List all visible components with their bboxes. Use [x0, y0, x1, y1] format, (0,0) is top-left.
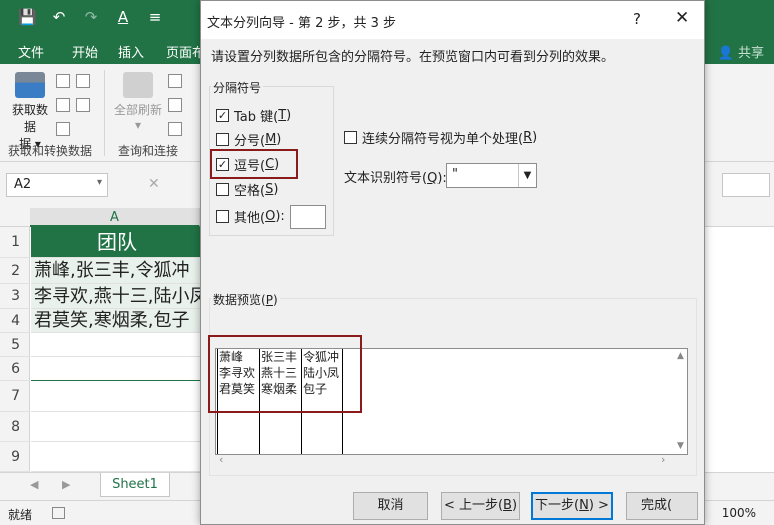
preview-highlight [208, 335, 362, 413]
cell-a6[interactable] [31, 357, 200, 381]
save-icon[interactable]: 💾 [18, 8, 37, 26]
text-qualifier-label: 文本识别符号(Q): [344, 171, 447, 186]
zoom-level[interactable]: 100% [722, 506, 756, 520]
preview-horizontal-scrollbar[interactable]: ‹ › [215, 453, 673, 467]
cell-a7[interactable] [31, 381, 200, 412]
scroll-right-icon[interactable]: ▶ [62, 478, 70, 491]
row-header[interactable]: 3 [0, 284, 30, 309]
row-header[interactable]: 9 [0, 442, 30, 472]
from-text-icon[interactable] [56, 74, 70, 88]
checkbox-unchecked-icon [344, 131, 357, 144]
next-button[interactable]: 下一步(N) > [531, 492, 613, 520]
tab-checkbox[interactable]: ✓ Tab 键(T) [216, 106, 291, 125]
scroll-down-icon[interactable]: ▼ [677, 441, 684, 451]
cell-a1[interactable]: 团队 [31, 227, 200, 258]
checkbox-unchecked-icon [216, 132, 229, 146]
share-label: 共享 [737, 46, 764, 61]
recent-sources-icon[interactable] [76, 74, 90, 88]
group-queries-label: 查询和连接 [118, 144, 179, 158]
row-header[interactable]: 6 [0, 357, 30, 381]
text-to-columns-dialog: 文本分列向导 - 第 2 步，共 3 步 ? ✕ 请设置分列数据所包含的分隔符号… [200, 0, 705, 525]
cancel-button[interactable]: 取消 [353, 492, 428, 520]
checkbox-checked-icon: ✓ [216, 108, 229, 122]
dialog-title-bar: 文本分列向导 - 第 2 步，共 3 步 ? ✕ [201, 1, 704, 39]
column-header-a[interactable]: A [30, 208, 200, 227]
delimiters-caption: 分隔符号 [211, 79, 264, 96]
cell-a5[interactable] [31, 333, 200, 357]
row-header[interactable]: 8 [0, 412, 30, 442]
group-divider [104, 70, 105, 156]
cell-a9[interactable] [31, 442, 200, 472]
space-checkbox[interactable]: 空格(S) [216, 180, 278, 199]
refresh-dropdown-icon: ▾ [134, 118, 142, 132]
chevron-down-icon: ▾ [96, 177, 102, 188]
tab-file[interactable]: 文件 [18, 42, 44, 61]
semicolon-checkbox[interactable]: 分号(M) [216, 130, 281, 149]
get-data-button[interactable]: 获取数据 据 ▾ [8, 72, 52, 152]
properties-icon[interactable] [168, 98, 182, 112]
edit-links-icon[interactable] [168, 122, 182, 136]
existing-connections-icon[interactable] [76, 98, 90, 112]
tab-insert[interactable]: 插入 [118, 42, 144, 61]
close-button[interactable]: ✕ [675, 8, 689, 28]
text-qualifier-select[interactable]: " ▼ [446, 163, 537, 188]
tab-home[interactable]: 开始 [72, 42, 98, 61]
scroll-left-icon[interactable]: ◀ [30, 478, 38, 491]
macro-record-icon[interactable] [52, 507, 65, 519]
refresh-all-button[interactable]: 全部刷新 ▾ [112, 72, 164, 132]
cell-a3[interactable]: 李寻欢,燕十三,陆小凤 [31, 284, 200, 309]
formula-bar[interactable] [722, 173, 770, 197]
redo-icon[interactable]: ↷ [82, 8, 100, 26]
queries-connections-icon[interactable] [168, 74, 182, 88]
from-web-icon[interactable] [56, 98, 70, 112]
name-box[interactable]: A2 ▾ [6, 173, 108, 197]
group-get-transform-label: 获取和转换数据 [8, 144, 93, 158]
other-delimiter-input[interactable] [290, 205, 326, 229]
customize-qat-icon[interactable]: ≡ [146, 8, 164, 26]
text-qualifier-value: " [452, 167, 458, 182]
status-text: 就绪 [8, 508, 33, 522]
database-icon [15, 72, 45, 98]
share-button[interactable]: 👤 共享 [718, 42, 764, 61]
quick-access-toolbar: 💾 ↶ ↷ A ≡ [18, 8, 164, 26]
dialog-title: 文本分列向导 - 第 2 步，共 3 步 [207, 16, 397, 31]
scroll-left-icon[interactable]: ‹ [219, 453, 223, 466]
preview-vertical-scrollbar[interactable]: ▲ ▼ [674, 349, 687, 454]
font-color-icon[interactable]: A [114, 8, 132, 26]
scroll-right-icon[interactable]: › [661, 453, 665, 466]
preview-caption: 数据预览(P) [211, 291, 280, 308]
cell-a4[interactable]: 君莫笑,寒烟柔,包子 [31, 309, 200, 333]
from-table-icon[interactable] [56, 122, 70, 136]
cancel-formula-icon[interactable]: ✕ [148, 176, 160, 192]
name-box-value: A2 [14, 177, 32, 192]
help-button[interactable]: ? [633, 10, 641, 28]
row-header[interactable]: 7 [0, 381, 30, 412]
row-header[interactable]: 1 [0, 227, 30, 258]
cell-a8[interactable] [31, 412, 200, 442]
row-header[interactable]: 5 [0, 333, 30, 357]
checkbox-unchecked-icon [216, 182, 229, 196]
finish-button[interactable]: 完成( [626, 492, 698, 520]
comma-highlight [210, 149, 298, 179]
row-header[interactable]: 2 [0, 258, 30, 284]
checkbox-unchecked-icon [216, 209, 229, 223]
undo-icon[interactable]: ↶ [50, 8, 68, 26]
other-checkbox[interactable]: 其他(O): [216, 207, 285, 226]
refresh-icon [123, 72, 153, 98]
consecutive-delimiters-checkbox[interactable]: 连续分隔符号视为单个处理(R) [344, 128, 537, 147]
sheet-tab-sheet1[interactable]: Sheet1 [100, 473, 170, 497]
chevron-down-icon: ▼ [518, 164, 536, 187]
row-header[interactable]: 4 [0, 309, 30, 333]
refresh-all-label: 全部刷新 [113, 103, 162, 117]
cell-a2[interactable]: 萧峰,张三丰,令狐冲 [31, 258, 200, 284]
get-data-label: 获取数据 [11, 103, 48, 134]
scroll-up-icon[interactable]: ▲ [677, 351, 684, 361]
dialog-instructions: 请设置分列数据所包含的分隔符号。在预览窗口内可看到分列的效果。 [211, 50, 615, 65]
person-icon: 👤 [717, 46, 734, 61]
back-button[interactable]: < 上一步(B) [441, 492, 520, 520]
